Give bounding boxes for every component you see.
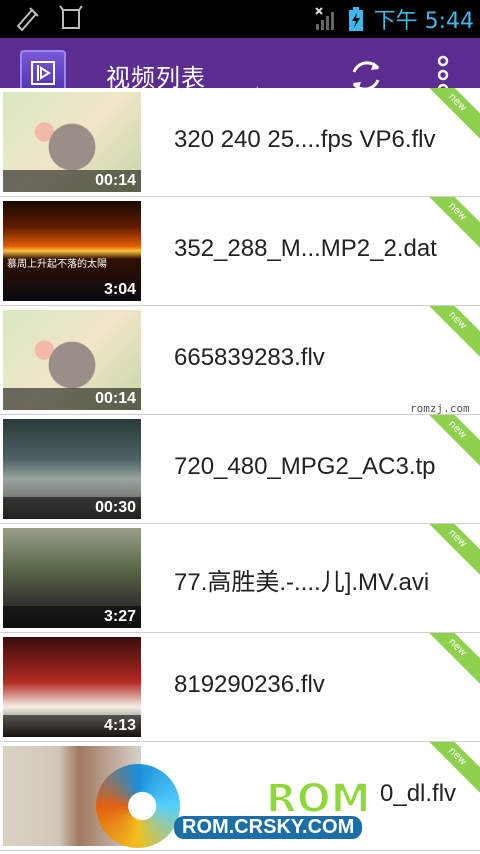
video-thumbnail: 00:30 [3, 419, 141, 519]
thumbnail-caption: 慕周上升起不落的太陽 [7, 259, 107, 270]
android-debug-icon [58, 4, 84, 32]
brand-url: ROM.CRSKY.COM [174, 816, 363, 839]
video-row[interactable]: 00:30 720_480_MPG2_AC3.tp new [0, 415, 480, 524]
video-duration: 00:14 [95, 390, 136, 407]
new-badge: new [418, 306, 480, 360]
no-signal-icon [314, 6, 338, 32]
video-thumbnail: 4:13 [3, 637, 141, 737]
status-bar: 下午 5:44 [0, 0, 480, 38]
video-thumbnail: 3:27 [3, 528, 141, 628]
video-filename: 720_480_MPG2_AC3.tp [174, 453, 436, 480]
battery-charging-icon [348, 6, 364, 32]
video-filename: 352_288_M...MP2_2.dat [174, 235, 437, 262]
video-duration: 4:13 [103, 717, 136, 734]
site-watermark: romzj.com [410, 402, 470, 415]
usb-icon [14, 4, 40, 32]
new-badge: new [418, 633, 480, 687]
video-row[interactable]: 4:13 819290236.flv new [0, 633, 480, 742]
video-duration: 3:04 [103, 281, 136, 298]
video-row[interactable]: 00:14 320 240 25....fps VP6.flv new [0, 88, 480, 197]
video-row[interactable]: 3:27 77.高胜美.-....儿].MV.avi new [0, 524, 480, 633]
video-duration: 3:27 [103, 608, 136, 625]
video-thumbnail: 00:14 [3, 92, 141, 192]
video-thumbnail: 慕周上升起不落的太陽 3:04 [3, 201, 141, 301]
brand-watermark: 非凡ROM ROM.CRSKY.COM [96, 762, 396, 854]
video-filename: 320 240 25....fps VP6.flv [174, 126, 436, 153]
video-duration: 00:30 [95, 499, 136, 516]
video-row[interactable]: 慕周上升起不落的太陽 3:04 352_288_M...MP2_2.dat ne… [0, 197, 480, 306]
video-filename: 819290236.flv [174, 671, 325, 698]
video-filename: 665839283.flv [174, 344, 325, 371]
video-filename: 77.高胜美.-....儿].MV.avi [174, 569, 430, 596]
status-time: 下午 5:44 [373, 9, 474, 34]
video-row[interactable]: 00:14 665839283.flv new [0, 306, 480, 415]
brand-logo-icon [96, 764, 180, 848]
video-thumbnail: 00:14 [3, 310, 141, 410]
video-duration: 00:14 [95, 172, 136, 189]
